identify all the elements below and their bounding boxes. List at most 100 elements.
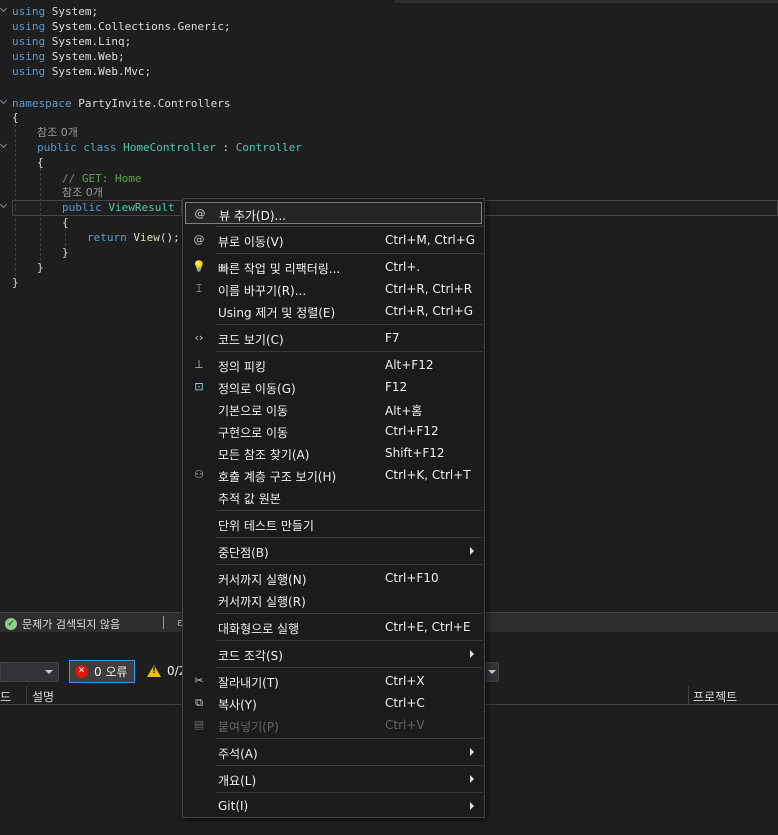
menu-item-label: 단위 테스트 만들기 bbox=[218, 519, 314, 533]
menu-item-add-view[interactable]: @ 뷰 추가(D)... bbox=[185, 202, 482, 224]
using-keyword: using bbox=[12, 50, 46, 63]
code-line-using-1[interactable]: using System; bbox=[12, 4, 98, 19]
menu-item-outlining[interactable]: 개요(L) bbox=[185, 768, 482, 790]
menu-item-annotation[interactable]: 주석(A) bbox=[185, 741, 482, 763]
using-keyword: using bbox=[12, 5, 46, 18]
menu-item-git[interactable]: Git(I) bbox=[185, 795, 482, 817]
code-line-class-close[interactable]: } bbox=[37, 260, 44, 275]
menu-item-shortcut: Ctrl+E, Ctrl+E bbox=[385, 620, 471, 634]
menu-item-execute-interactive[interactable]: 대화형으로 실행 Ctrl+E, Ctrl+E bbox=[185, 616, 482, 638]
code-line-class[interactable]: public class HomeController : Controller bbox=[37, 140, 302, 155]
menu-item-shortcut: Ctrl+M, Ctrl+G bbox=[385, 233, 476, 247]
menu-item-find-all-references[interactable]: 모든 참조 찾기(A) Shift+F12 bbox=[185, 442, 482, 464]
menu-item-view-code[interactable]: ‹› 코드 보기(C) F7 bbox=[185, 327, 482, 349]
namespace-keyword: namespace bbox=[12, 97, 72, 110]
fold-toggle-icon[interactable] bbox=[0, 140, 8, 149]
using-namespace: System; bbox=[51, 5, 99, 18]
code-comment[interactable]: // GET: Home bbox=[62, 171, 141, 186]
menu-item-label: 코드 조각(S) bbox=[218, 649, 283, 663]
code-line-using-3[interactable]: using System.Linq; bbox=[12, 34, 131, 49]
call-parens: (); bbox=[159, 231, 180, 244]
menu-item-label: Using 제거 및 정렬(E) bbox=[218, 306, 336, 320]
call-hierarchy-icon: ⚇ bbox=[194, 468, 204, 481]
menu-item-shortcut: Ctrl+X bbox=[385, 674, 425, 688]
fold-toggle-icon[interactable] bbox=[0, 4, 8, 13]
menu-item-label: 개요(L) bbox=[218, 774, 257, 788]
column-divider[interactable] bbox=[688, 686, 689, 704]
menu-separator bbox=[216, 738, 482, 739]
menu-separator bbox=[216, 564, 482, 565]
menu-item-label: 이름 바꾸기(R)... bbox=[218, 284, 307, 298]
menu-item-rename[interactable]: ⌶ 이름 바꾸기(R)... Ctrl+R, Ctrl+R bbox=[185, 278, 482, 300]
menu-item-shortcut: Ctrl+C bbox=[385, 696, 425, 710]
status-right-area bbox=[487, 613, 778, 632]
column-description[interactable]: 설명 bbox=[32, 688, 54, 705]
submenu-arrow-icon bbox=[470, 748, 474, 756]
fold-toggle-icon[interactable] bbox=[0, 96, 8, 105]
code-icon: ‹› bbox=[194, 331, 204, 344]
menu-item-shortcut: Ctrl+. bbox=[385, 260, 421, 274]
code-line-using-2[interactable]: using System.Collections.Generic; bbox=[12, 19, 231, 34]
code-line-return[interactable]: return View(); bbox=[87, 230, 180, 245]
menu-item-call-hierarchy[interactable]: ⚇ 호출 계층 구조 보기(H) Ctrl+K, Ctrl+T bbox=[185, 464, 482, 486]
class-reference-lens[interactable]: 참조 0개 bbox=[37, 125, 78, 140]
menu-item-run-to-cursor-r[interactable]: 커서까지 실행(R) bbox=[185, 589, 482, 611]
fold-toggle-icon[interactable] bbox=[0, 200, 8, 209]
menu-item-label: 정의로 이동(G) bbox=[218, 382, 296, 396]
paste-icon: ▤ bbox=[193, 718, 205, 731]
menu-item-go-to-definition[interactable]: ⊡ 정의로 이동(G) F12 bbox=[185, 376, 482, 398]
menu-item-label: Git(I) bbox=[218, 799, 249, 813]
menu-item-go-to-implementation[interactable]: 구현으로 이동 Ctrl+F12 bbox=[185, 420, 482, 442]
menu-separator bbox=[216, 667, 482, 668]
menu-item-snippets[interactable]: 코드 조각(S) bbox=[185, 643, 482, 665]
menu-item-label: 호출 계층 구조 보기(H) bbox=[218, 470, 337, 484]
menu-item-quick-actions[interactable]: 💡 빠른 작업 및 리팩터링... Ctrl+. bbox=[185, 256, 482, 278]
code-line-method-close[interactable]: } bbox=[62, 245, 69, 260]
menu-separator bbox=[216, 792, 482, 793]
menu-item-label: 정의 피킹 bbox=[218, 360, 266, 374]
menu-item-shortcut: Ctrl+F10 bbox=[385, 571, 439, 585]
menu-item-breakpoint[interactable]: 중단점(B) bbox=[185, 540, 482, 562]
menu-item-run-to-cursor[interactable]: 커서까지 실행(N) Ctrl+F10 bbox=[185, 567, 482, 589]
column-project[interactable]: 프로젝트 bbox=[693, 688, 737, 705]
menu-item-peek-definition[interactable]: ⊥ 정의 피킹 Alt+F12 bbox=[185, 354, 482, 376]
menu-item-label: 구현으로 이동 bbox=[218, 426, 289, 440]
submenu-arrow-icon bbox=[470, 547, 474, 555]
editor-top-strip bbox=[395, 0, 778, 3]
view-call: View bbox=[133, 231, 160, 244]
using-namespace: System.Web.Mvc; bbox=[51, 65, 152, 78]
chevron-down-icon bbox=[488, 670, 496, 674]
build-filter-dropdown[interactable] bbox=[484, 662, 499, 682]
menu-item-track-value-source[interactable]: 추적 값 원본 bbox=[185, 486, 482, 508]
return-keyword: return bbox=[87, 231, 127, 244]
peek-definition-icon: ⊥ bbox=[194, 358, 204, 371]
menu-item-shortcut: Ctrl+K, Ctrl+T bbox=[385, 468, 471, 482]
submenu-arrow-icon bbox=[470, 650, 474, 658]
errors-filter-button[interactable]: ✕ 0 오류 bbox=[69, 660, 135, 683]
using-namespace: System.Web; bbox=[51, 50, 125, 63]
warnings-filter-button[interactable]: 0/2 bbox=[147, 664, 186, 678]
code-line-namespace-close[interactable]: } bbox=[12, 275, 19, 290]
go-to-definition-icon: ⊡ bbox=[194, 380, 204, 393]
context-menu: @ 뷰 추가(D)... @ 뷰로 이동(V) Ctrl+M, Ctrl+G 💡… bbox=[182, 198, 485, 818]
menu-item-go-to-base[interactable]: 기본으로 이동 Alt+홈 bbox=[185, 398, 482, 420]
menu-item-remove-sort-usings[interactable]: Using 제거 및 정렬(E) Ctrl+R, Ctrl+G bbox=[185, 300, 482, 322]
code-line-using-5[interactable]: using System.Web.Mvc; bbox=[12, 64, 151, 79]
menu-item-create-unit-tests[interactable]: 단위 테스트 만들기 bbox=[185, 513, 482, 535]
column-code[interactable]: 드 bbox=[0, 688, 11, 705]
menu-item-label: 추적 값 원본 bbox=[218, 492, 281, 506]
code-line-method[interactable]: public ViewResult In bbox=[62, 200, 195, 215]
menu-item-label: 모든 참조 찾기(A) bbox=[218, 448, 310, 462]
menu-item-cut[interactable]: ✂ 잘라내기(T) Ctrl+X bbox=[185, 670, 482, 692]
method-reference-lens[interactable]: 참조 0개 bbox=[62, 185, 103, 200]
menu-item-go-to-view[interactable]: @ 뷰로 이동(V) Ctrl+M, Ctrl+G bbox=[185, 229, 482, 251]
menu-item-copy[interactable]: ⧉ 복사(Y) Ctrl+C bbox=[185, 692, 482, 714]
menu-item-paste[interactable]: ▤ 붙여넣기(P) Ctrl+V bbox=[185, 714, 482, 736]
code-line-namespace[interactable]: namespace PartyInvite.Controllers bbox=[12, 96, 231, 111]
menu-item-label: 붙여넣기(P) bbox=[218, 720, 279, 734]
code-line-namespace-open[interactable]: { bbox=[12, 110, 19, 125]
code-line-using-4[interactable]: using System.Web; bbox=[12, 49, 125, 64]
column-divider[interactable] bbox=[26, 686, 27, 704]
scope-dropdown[interactable] bbox=[0, 662, 59, 682]
issues-indicator[interactable]: ✓ 문제가 검색되지 않음 bbox=[5, 616, 120, 632]
